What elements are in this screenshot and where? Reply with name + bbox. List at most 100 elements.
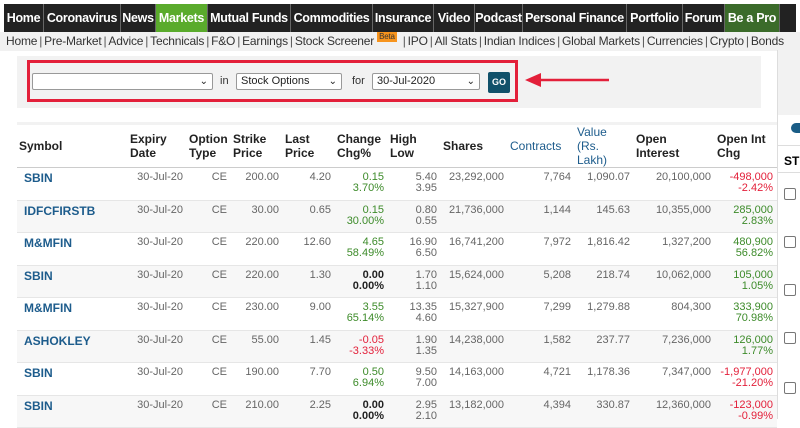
nav-mutual-funds[interactable]: Mutual Funds (208, 4, 291, 32)
strike-price: 30.00 (231, 200, 283, 233)
subnav-home[interactable]: Home (6, 34, 37, 48)
separator: | (429, 34, 433, 48)
right-panel: ST (777, 50, 800, 419)
nav-portfolio[interactable]: Portfolio (627, 4, 683, 32)
symbol-link[interactable]: M&MFIN (17, 297, 128, 331)
separator: | (145, 34, 149, 48)
symbol-link[interactable]: SBIN (17, 167, 128, 201)
nav-home[interactable]: Home (4, 4, 44, 32)
strike-price-value: 200.00 (245, 171, 279, 183)
subnav-advice[interactable]: Advice (108, 34, 143, 48)
contracts-value: 4,394 (543, 398, 571, 411)
nav-markets[interactable]: Markets (156, 4, 208, 32)
collapse-button[interactable] (791, 123, 800, 133)
subnav-currencies[interactable]: Currencies (647, 34, 703, 48)
shares-value: 23,292,000 (448, 171, 504, 183)
subnav-technicals[interactable]: Technicals (150, 34, 204, 48)
column-header: Expiry Date (128, 122, 187, 168)
column-header[interactable]: Contracts (508, 122, 575, 168)
checkbox[interactable] (784, 284, 796, 296)
subnav-stock-screener[interactable]: Stock Screener (295, 34, 374, 48)
high-low-value: 2.10 (415, 409, 437, 422)
contracts: 7,972 (508, 232, 575, 266)
strike-price: 200.00 (231, 167, 283, 201)
symbol-link-value: SBIN (24, 398, 53, 413)
instrument-select[interactable]: Stock Options ⌄ (236, 73, 342, 90)
value: 1,279.88 (575, 297, 634, 331)
symbol-link[interactable]: M&MFIN (17, 232, 128, 266)
separator: | (478, 34, 482, 48)
checkbox[interactable] (784, 236, 796, 248)
chevron-down-icon: ⌄ (466, 76, 475, 87)
nav-forum[interactable]: Forum (683, 4, 725, 32)
symbol-link[interactable]: SBIN (17, 395, 128, 428)
symbol-select[interactable]: ⌄ (32, 73, 213, 90)
symbol-link[interactable]: IDFCFIRSTB (17, 200, 128, 233)
subnav-indian-indices[interactable]: Indian Indices (484, 34, 555, 48)
subnav-ipo[interactable]: IPO (408, 34, 428, 48)
option-type-value: CE (211, 171, 227, 183)
high-low: 9.50 7.00 (388, 362, 441, 396)
contracts-value: 7,764 (543, 171, 571, 183)
option-type: CE (187, 330, 231, 363)
nav-coronavirus[interactable]: Coronavirus (44, 4, 121, 32)
expiry-date-select[interactable]: 30-Jul-2020 ⌄ (372, 73, 480, 90)
nav-news[interactable]: News (121, 4, 156, 32)
high-low-value: 0.55 (415, 214, 437, 227)
open-interest-value: 10,062,000 (655, 268, 711, 281)
column-header: High Low (388, 122, 441, 168)
nav-personal-finance[interactable]: Personal Finance (523, 4, 627, 32)
change: -0.05 -3.33% (335, 330, 388, 363)
column-header: Open Interest (634, 122, 715, 168)
header-text: Last (285, 132, 310, 146)
high-low-value: 1.10 (415, 279, 437, 292)
value-value: 1,090.07 (587, 171, 630, 183)
subnav-crypto[interactable]: Crypto (710, 34, 744, 48)
last-price-value: 0.65 (309, 203, 331, 216)
strike-price-value: 220.00 (245, 268, 279, 281)
table-row: SBIN 30-Jul-20 CE 190.00 7.70 0.50 6.94% 9.50 7.… (17, 362, 777, 396)
last-price-value: 2.25 (309, 398, 331, 411)
high-low-value: 3.95 (415, 182, 437, 194)
checkbox[interactable] (784, 332, 796, 344)
subnav-global-markets[interactable]: Global Markets (562, 34, 640, 48)
symbol-link[interactable]: ASHOKLEY (17, 330, 128, 363)
high-low: 0.80 0.55 (388, 200, 441, 233)
change-value: 0.00% (352, 279, 384, 292)
subnav-earnings[interactable]: Earnings (242, 34, 288, 48)
value: 1,178.36 (575, 362, 634, 396)
checkbox[interactable] (784, 188, 796, 200)
expiry-date-value: 30-Jul-20 (137, 171, 183, 183)
checkbox[interactable] (784, 382, 796, 394)
open-interest: 804,300 (634, 297, 715, 331)
shares: 15,327,900 (441, 297, 508, 331)
nav-commodities[interactable]: Commodities (291, 4, 373, 32)
subnav-bonds[interactable]: Bonds (751, 34, 784, 48)
subnav-all-stats[interactable]: All Stats (435, 34, 477, 48)
strike-price-value: 220.00 (245, 236, 279, 248)
header-text: Open Interest (636, 132, 680, 160)
open-interest: 20,100,000 (634, 167, 715, 201)
nav-podcast[interactable]: Podcast (475, 4, 523, 32)
header-text: Value (577, 125, 607, 139)
shares-value: 15,624,000 (448, 268, 504, 281)
nav-video[interactable]: Video (434, 4, 475, 32)
separator: | (402, 34, 406, 48)
symbol-link[interactable]: SBIN (17, 362, 128, 396)
shares-value: 14,238,000 (448, 333, 504, 346)
subnav-f-o[interactable]: F&O (211, 34, 235, 48)
subnav-pre-market[interactable]: Pre-Market (44, 34, 102, 48)
go-button[interactable]: GO (488, 72, 510, 93)
symbol-link[interactable]: SBIN (17, 265, 128, 298)
option-type-value: CE (211, 398, 227, 411)
nav-be-a-pro[interactable]: Be a Pro (725, 4, 780, 32)
column-header[interactable]: Value (Rs. Lakh) (575, 122, 634, 168)
strike-price-value: 30.00 (251, 203, 279, 216)
high-low-value: 6.50 (415, 247, 437, 259)
change-value: 6.94% (352, 377, 384, 389)
open-int-change-value: 2.83% (741, 214, 773, 227)
high-low: 2.95 2.10 (388, 395, 441, 428)
nav-insurance[interactable]: Insurance (373, 4, 434, 32)
strike-price: 190.00 (231, 362, 283, 396)
separator: | (641, 34, 645, 48)
